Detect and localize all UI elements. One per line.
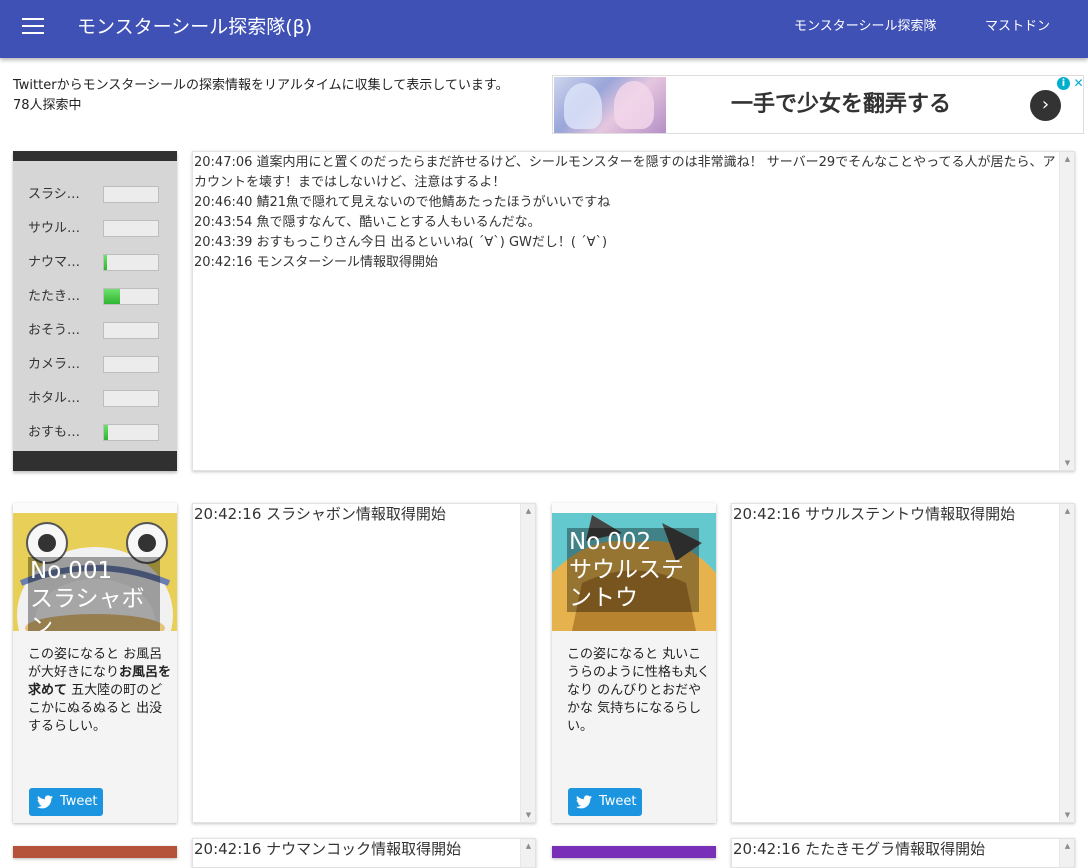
chevron-right-icon[interactable]: ›: [1030, 90, 1061, 121]
intro-description: Twitterからモンスターシールの探索情報をリアルタイムに収集して表示していま…: [13, 78, 509, 93]
monster-feed-panel-partial[interactable]: 20:42:16 ナウマンコック情報取得開始 ▲: [192, 838, 536, 868]
monster-name: スラシャボン: [30, 586, 145, 631]
monster-description: この姿になると 丸いこうらのように性格も丸くなり のんびりとおだやかな 気持ちに…: [567, 646, 713, 736]
gauge-label: おすもっこり: [28, 425, 86, 440]
gauge-bar: [103, 186, 159, 203]
gauge-row: サウルステントウ: [28, 219, 168, 239]
gauge-bar: [103, 424, 159, 441]
gauge-bar: [103, 288, 159, 305]
gauge-row: スラシャボン: [28, 185, 168, 205]
gauge-row: ホタルイカ: [28, 389, 168, 409]
app-bar: モンスターシール探索隊(β) モンスターシール探索隊 マストドン: [0, 0, 1088, 58]
log-line: 20:42:16 スラシャボン情報取得開始: [194, 505, 446, 523]
feed-lines: 20:42:16 スラシャボン情報取得開始: [193, 504, 521, 524]
main-log-lines: 20:47:06 道案内用にと置くのだったらまだ許せるけど、シールモンスターを隠…: [193, 152, 1059, 273]
scrollbar[interactable]: ▲ ▼: [1059, 152, 1074, 470]
scroll-down-icon[interactable]: ▼: [521, 808, 536, 822]
gauge-bar: [103, 390, 159, 407]
gauge-fill: [104, 289, 121, 304]
tweet-label: Tweet: [599, 794, 637, 809]
tweet-label: Tweet: [60, 794, 98, 809]
log-line: 20:42:16 サウルステントウ情報取得開始: [733, 505, 1016, 523]
scroll-down-icon[interactable]: ▼: [1060, 808, 1075, 822]
ad-image[interactable]: [554, 77, 666, 133]
twitter-bird-icon: [37, 795, 53, 809]
gauge-row: たたきモグラ: [28, 287, 168, 307]
monster-number: No.002: [569, 529, 652, 555]
gauge-row: ナウマンコック: [28, 253, 168, 273]
log-line: 20:42:16 ナウマンコック情報取得開始: [194, 840, 462, 858]
active-searchers-count: 78人探索中: [13, 98, 82, 113]
scrollbar[interactable]: ▲: [520, 839, 535, 867]
description-text: この姿になると 丸いこうらのように性格も丸くなり のんびりとおだやかな 気持ちに…: [567, 647, 711, 734]
scrollbar[interactable]: ▲ ▼: [520, 504, 535, 822]
gauge-label: サウルステントウ: [28, 221, 86, 236]
monster-feed-panel[interactable]: 20:42:16 サウルステントウ情報取得開始 ▲ ▼: [731, 503, 1075, 823]
monster-card-partial: [552, 846, 716, 858]
scroll-up-icon[interactable]: ▲: [521, 839, 536, 853]
info-icon[interactable]: i: [1057, 77, 1070, 90]
twitter-bird-icon: [576, 795, 592, 809]
feed-lines: 20:42:16 たたきモグラ情報取得開始: [732, 839, 1060, 859]
monster-image: No.002 サウルステントウ: [552, 503, 716, 631]
monster-card: No.002 サウルステントウ この姿になると 丸いこうらのように性格も丸くなり…: [552, 503, 716, 823]
nav-link-monster-seal[interactable]: モンスターシール探索隊: [794, 18, 936, 36]
gauge-label: スラシャボン: [28, 187, 86, 202]
scroll-up-icon[interactable]: ▲: [1060, 504, 1075, 518]
ad-headline[interactable]: 一手で少女を翻弄する: [731, 91, 951, 119]
monster-title: No.002 サウルステントウ: [567, 528, 699, 612]
scrollbar[interactable]: ▲ ▼: [1059, 504, 1074, 822]
close-icon[interactable]: ✕: [1072, 76, 1085, 90]
monster-name: サウルステントウ: [569, 557, 684, 611]
monster-card: No.001 スラシャボン この姿になると お風呂が大好きになりお風呂を求めて …: [13, 503, 177, 823]
log-line: 20:47:06 道案内用にと置くのだったらまだ許せるけど、シールモンスターを隠…: [194, 155, 1056, 190]
log-line: 20:42:16 たたきモグラ情報取得開始: [733, 840, 986, 858]
monster-image: No.001 スラシャボン: [13, 503, 177, 631]
monster-feed-panel-partial[interactable]: 20:42:16 たたきモグラ情報取得開始 ▲: [731, 838, 1075, 868]
nav-link-mastodon[interactable]: マストドン: [985, 18, 1050, 36]
gauge-bar: [103, 254, 159, 271]
gauge-row: おそうじアザラシ: [28, 321, 168, 341]
log-line: 20:46:40 鯖21魚で隠れて見えないので他鯖あたったほうがいいですね: [194, 195, 611, 210]
main-log-panel[interactable]: 20:47:06 道案内用にと置くのだったらまだ許せるけど、シールモンスターを隠…: [192, 151, 1075, 471]
monster-description: この姿になると お風呂が大好きになりお風呂を求めて 五大陸の町のどこかにぬるぬる…: [28, 646, 174, 736]
monster-gauge-panel: スラシャボン サウルステントウ ナウマンコック たたきモグラ おそうじアザラシ …: [13, 151, 177, 471]
gauge-bar: [103, 220, 159, 237]
gauge-label: おそうじアザラシ: [28, 323, 86, 338]
hamburger-menu-icon[interactable]: [22, 18, 44, 36]
gauge-label: ナウマンコック: [28, 255, 86, 270]
gauge-fill: [104, 255, 107, 270]
monster-card-partial: [13, 846, 177, 858]
ad-banner[interactable]: 一手で少女を翻弄する › i ✕: [552, 75, 1084, 134]
log-line: 20:43:54 魚で隠すなんて、酷いことする人もいるんだな。: [194, 215, 541, 230]
app-title: モンスターシール探索隊(β): [77, 16, 313, 38]
scrollbar[interactable]: ▲: [1059, 839, 1074, 867]
tweet-button[interactable]: Tweet: [29, 788, 103, 816]
gauge-bar: [103, 322, 159, 339]
scroll-up-icon[interactable]: ▲: [1060, 152, 1075, 166]
log-line: 20:42:16 モンスターシール情報取得開始: [194, 255, 438, 270]
log-line: 20:43:39 おすもっこりさん今日 出るといいね( ´∀`) GWだし！( …: [194, 235, 608, 250]
scroll-up-icon[interactable]: ▲: [1060, 839, 1075, 853]
monster-number: No.001: [30, 558, 113, 584]
gauge-label: たたきモグラ: [28, 289, 86, 304]
scroll-up-icon[interactable]: ▲: [521, 504, 536, 518]
gauge-row: おすもっこり: [28, 423, 168, 443]
monster-title: No.001 スラシャボン: [28, 557, 160, 631]
intro-text: Twitterからモンスターシールの探索情報をリアルタイムに収集して表示していま…: [13, 76, 509, 116]
feed-lines: 20:42:16 サウルステントウ情報取得開始: [732, 504, 1060, 524]
monster-feed-panel[interactable]: 20:42:16 スラシャボン情報取得開始 ▲ ▼: [192, 503, 536, 823]
gauge-label: ホタルイカ: [28, 391, 86, 406]
gauge-label: カメラマンタ: [28, 357, 86, 372]
gauge-bar: [103, 356, 159, 373]
scroll-down-icon[interactable]: ▼: [1060, 456, 1075, 470]
gauge-row: カメラマンタ: [28, 355, 168, 375]
gauge-fill: [104, 425, 108, 440]
tweet-button[interactable]: Tweet: [568, 788, 642, 816]
feed-lines: 20:42:16 ナウマンコック情報取得開始: [193, 839, 521, 859]
